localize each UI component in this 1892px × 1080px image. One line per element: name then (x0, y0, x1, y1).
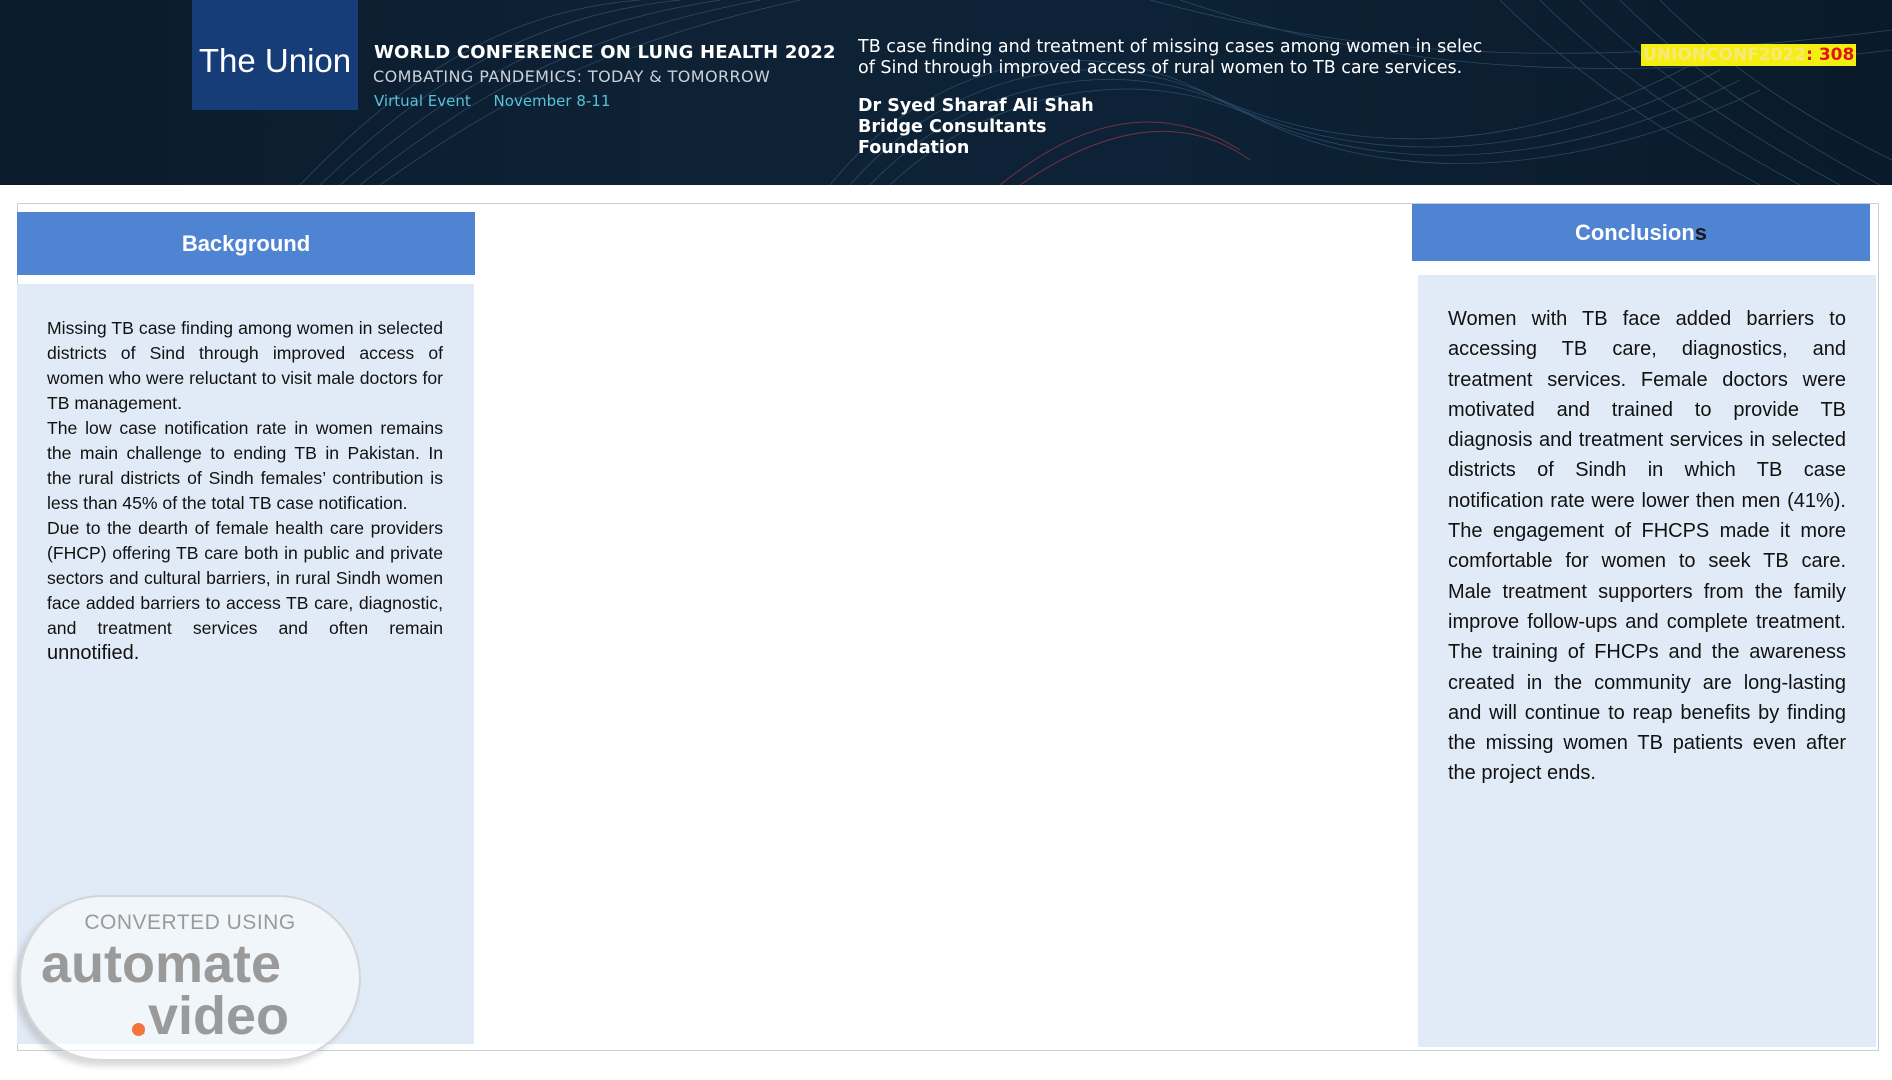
background-paragraph-1: Missing TB case finding among women in s… (47, 318, 443, 413)
background-paragraph-3-end: unnotified. (47, 642, 140, 664)
slide-page: The Union WORLD CONFERENCE ON LUNG HEALT… (0, 0, 1892, 1080)
badge-code: UNIONCONF2022 (1643, 45, 1807, 65)
conclusions-heading: Conclusion s (1412, 204, 1870, 261)
conclusions-text: Women with TB face added barriers to acc… (1448, 304, 1846, 789)
author-org-line1: Bridge Consultants (858, 117, 1047, 137)
watermark-line3: .video (133, 986, 290, 1046)
conference-meta: Virtual Event November 8-11 (374, 92, 628, 110)
watermark-dot-icon (132, 1023, 145, 1036)
event-dates: November 8-11 (493, 92, 611, 110)
badge-number: : 308 (1806, 45, 1855, 65)
union-logo: The Union (192, 0, 358, 110)
abstract-code-badge: UNIONCONF2022 : 308 (1641, 44, 1857, 66)
background-text: Missing TB case finding among women in s… (47, 316, 443, 666)
talk-title: TB case finding and treatment of missing… (858, 37, 1496, 81)
author-org-line2: Foundation (858, 138, 970, 158)
background-heading: Background (17, 212, 475, 275)
author-block: Dr Syed Sharaf Ali Shah Bridge Consultan… (858, 96, 1094, 159)
conclusions-heading-tail: s (1694, 219, 1708, 245)
background-paragraph-3-main: Due to the dearth of female health care … (47, 518, 443, 638)
background-paragraph-3: Due to the dearth of female health care … (47, 516, 443, 666)
author-name: Dr Syed Sharaf Ali Shah (858, 96, 1094, 116)
watermark-line1: CONVERTED USING (84, 911, 296, 934)
conclusions-heading-main: Conclusion (1574, 219, 1695, 245)
logo-text: The Union (198, 42, 352, 79)
talk-title-line2: of Sind through improved access of rural… (858, 58, 1463, 78)
background-heading-text: Background (181, 230, 311, 256)
automate-video-watermark: CONVERTED USING automate .video (19, 895, 361, 1061)
background-paragraph-2: The low case notification rate in women … (47, 418, 443, 513)
event-type: Virtual Event (374, 92, 471, 110)
header-banner: The Union WORLD CONFERENCE ON LUNG HEALT… (0, 0, 1892, 185)
talk-title-line1: TB case finding and treatment of missing… (858, 37, 1483, 57)
conclusions-paragraph: Women with TB face added barriers to acc… (1448, 308, 1846, 785)
conference-subtitle: COMBATING PANDEMICS: TODAY & TOMORROW (373, 67, 771, 86)
conference-title: WORLD CONFERENCE ON LUNG HEALTH 2022 (374, 42, 836, 63)
